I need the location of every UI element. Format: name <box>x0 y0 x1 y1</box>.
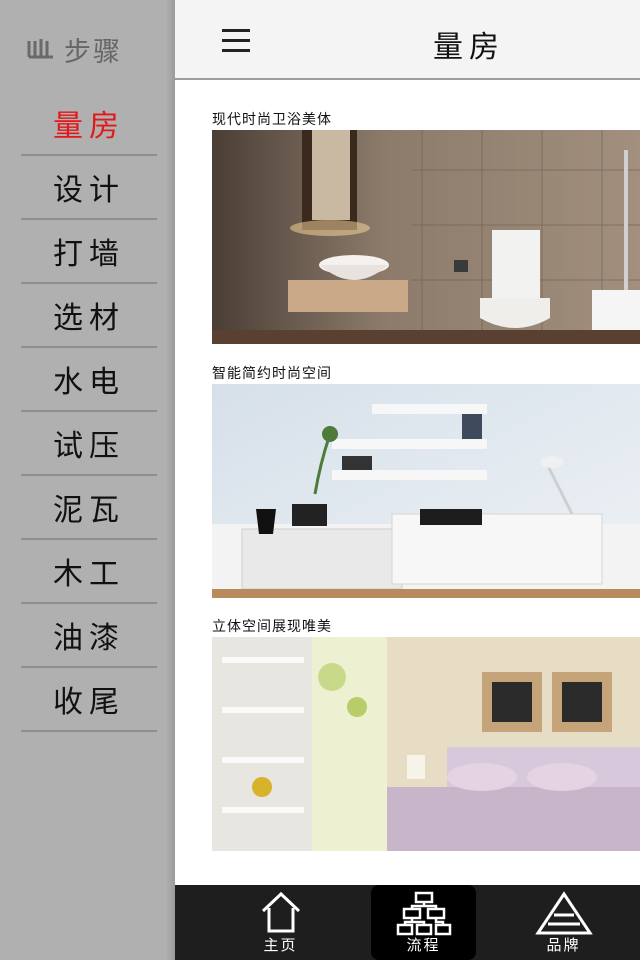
flowchart-icon <box>396 891 451 936</box>
card-title: 立体空间展现唯美 <box>212 619 332 635</box>
nav-home[interactable]: 主页 <box>228 885 333 960</box>
app-logo: 步骤 <box>26 30 122 69</box>
pyramid-icon <box>534 891 593 935</box>
nav-brand[interactable]: 品牌 <box>511 885 616 960</box>
sidebar-item-painting[interactable]: 油漆 <box>21 604 157 668</box>
content-card[interactable]: 现代时尚卫浴美体 <box>212 111 640 344</box>
sidebar-item-carpentry[interactable]: 木工 <box>21 540 157 604</box>
content-card[interactable]: 立体空间展现唯美 <box>212 618 640 851</box>
home-icon <box>261 891 300 933</box>
sidebar-item-measure[interactable]: 量房 <box>21 92 157 156</box>
sidebar-item-finishing[interactable]: 收尾 <box>21 668 157 732</box>
card-title: 智能简约时尚空间 <box>212 366 332 382</box>
bottom-nav: 主页 流程 品牌 <box>175 885 640 960</box>
main-panel: 量房 现代时尚卫浴美体 智能简约时尚空间 立体空间展现唯美 <box>175 0 640 960</box>
bathroom-image[interactable] <box>212 130 640 344</box>
sidebar-item-plumbing-electric[interactable]: 水电 <box>21 348 157 412</box>
sidebar-item-materials[interactable]: 选材 <box>21 284 157 348</box>
sidebar-shadow <box>166 0 175 960</box>
content-card[interactable]: 智能简约时尚空间 <box>212 365 640 598</box>
steps-logo-icon <box>27 38 53 58</box>
sidebar-menu: 量房 设计 打墙 选材 水电 试压 泥瓦 木工 油漆 收尾 <box>21 92 157 732</box>
sidebar-item-pressure-test[interactable]: 试压 <box>21 412 157 476</box>
card-title: 现代时尚卫浴美体 <box>212 112 332 128</box>
sidebar-item-tiling[interactable]: 泥瓦 <box>21 476 157 540</box>
nav-process-label: 流程 <box>406 936 441 954</box>
sidebar: 步骤 量房 设计 打墙 选材 水电 试压 泥瓦 木工 油漆 收尾 <box>0 0 175 960</box>
logo-text: 步骤 <box>64 37 122 68</box>
sidebar-item-demolition[interactable]: 打墙 <box>21 220 157 284</box>
hamburger-menu-icon[interactable] <box>222 29 250 52</box>
nav-process[interactable]: 流程 <box>371 885 476 960</box>
study-room-image[interactable] <box>212 384 640 598</box>
page-title: 量房 <box>433 30 505 65</box>
nav-home-label: 主页 <box>263 936 298 954</box>
bedroom-image[interactable] <box>212 637 640 851</box>
nav-brand-label: 品牌 <box>546 936 581 954</box>
sidebar-item-design[interactable]: 设计 <box>21 156 157 220</box>
header-bar: 量房 <box>175 0 640 80</box>
